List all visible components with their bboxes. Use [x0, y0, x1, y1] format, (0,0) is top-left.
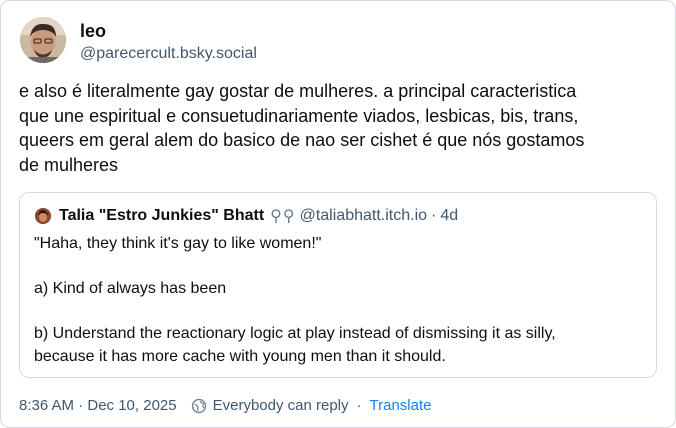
author-name[interactable]: leo [80, 21, 106, 42]
quote-author-name[interactable]: Talia "Estro Junkies" Bhatt [59, 207, 264, 225]
quoted-post[interactable]: Talia "Estro Junkies" Bhatt ⚲⚲ @taliabha… [19, 192, 657, 378]
post-card: leo @parecercult.bsky.social e also é li… [0, 0, 676, 428]
gender-symbols-icon: ⚲⚲ [270, 208, 296, 225]
translate-link[interactable]: Translate [370, 397, 432, 414]
reply-setting-label: Everybody can reply [212, 397, 349, 414]
header-separator: · [431, 207, 437, 224]
quote-timestamp[interactable]: 4d [440, 207, 458, 225]
quoted-post-header: Talia "Estro Junkies" Bhatt ⚲⚲ @taliabha… [35, 206, 458, 226]
quote-author-avatar[interactable] [35, 208, 51, 224]
author-avatar[interactable] [20, 17, 66, 63]
post-text: e also é literalmente gay gostar de mulh… [19, 81, 585, 175]
quote-text: "Haha, they think it's gay to like women… [34, 235, 556, 365]
author-handle[interactable]: @parecercult.bsky.social [80, 45, 257, 63]
reply-setting[interactable]: Everybody can reply [181, 397, 349, 414]
footer-separator: · [356, 397, 362, 414]
globe-reply-icon [191, 398, 213, 414]
post-footer: 8:36 AM · Dec 10, 2025 Everybody can rep… [19, 397, 432, 414]
quote-author-handle[interactable]: @taliabhatt.itch.io [300, 207, 427, 225]
post-timestamp: 8:36 AM · Dec 10, 2025 [19, 397, 177, 414]
